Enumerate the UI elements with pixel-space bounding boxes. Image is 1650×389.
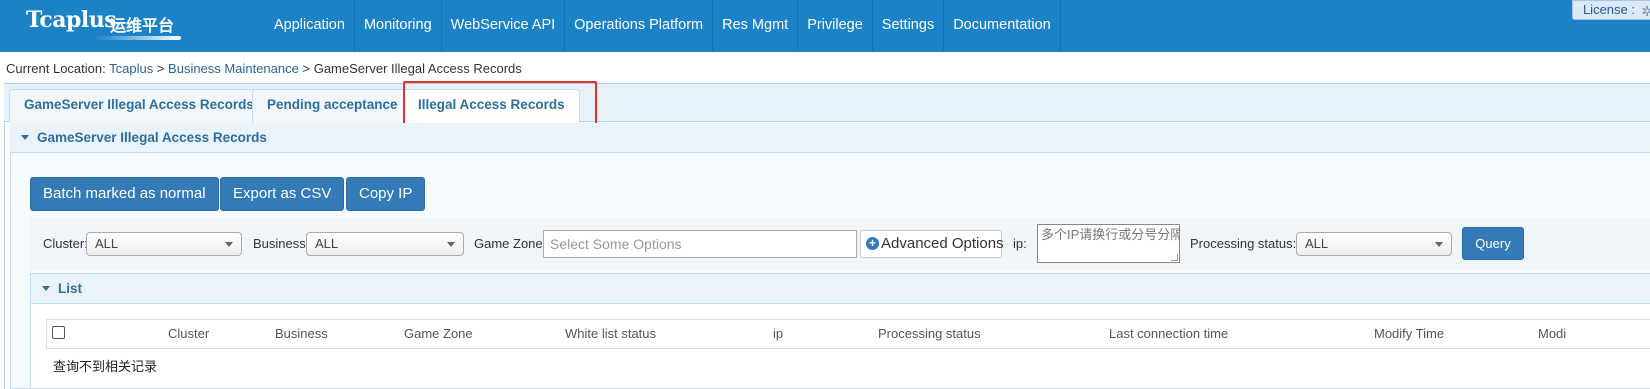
- business-select-value: ALL: [315, 236, 339, 251]
- ip-textarea[interactable]: 多个IP请换行或分号分隔: [1037, 224, 1180, 263]
- processing-status-value: ALL: [1305, 236, 1329, 251]
- collapse-caret-icon: [21, 135, 29, 140]
- nav-application[interactable]: Application: [265, 0, 354, 52]
- cluster-select[interactable]: ALL: [86, 232, 242, 256]
- chevron-down-icon: [447, 242, 455, 247]
- query-button[interactable]: Query: [1462, 227, 1524, 260]
- plus-circle-icon: +: [866, 237, 879, 250]
- brand-subtitle: 运维平台: [110, 16, 175, 35]
- license-label: License :: [1582, 2, 1635, 17]
- nav-documentation[interactable]: Documentation: [943, 0, 1061, 52]
- nav-settings[interactable]: Settings: [871, 0, 944, 52]
- chevron-down-icon: [225, 242, 233, 247]
- breadcrumb: Current Location: Tcaplus > Business Mai…: [6, 61, 522, 76]
- panel-title[interactable]: GameServer Illegal Access Records: [21, 130, 267, 145]
- column-header-game-zone[interactable]: Game Zone: [404, 326, 473, 341]
- select-all-checkbox[interactable]: [52, 326, 65, 339]
- processing-status-label: Processing status:: [1190, 236, 1297, 251]
- column-header-processing-status[interactable]: Processing status: [878, 326, 981, 341]
- license-badge[interactable]: License : ✲: [1571, 0, 1650, 20]
- business-select[interactable]: ALL: [306, 232, 464, 256]
- list-header[interactable]: [31, 274, 1650, 304]
- brand-logo[interactable]: Tcaplus 运维平台: [0, 0, 265, 52]
- nav-res-mgmt[interactable]: Res Mgmt: [712, 0, 798, 52]
- nav-operations-platform[interactable]: Operations Platform: [564, 0, 713, 52]
- tab-pending-acceptance[interactable]: Pending acceptance: [252, 89, 413, 123]
- column-header-whitelist-status[interactable]: White list status: [565, 326, 656, 341]
- column-header-modifier[interactable]: Modi: [1538, 326, 1566, 341]
- processing-status-select[interactable]: ALL: [1296, 232, 1452, 256]
- panel-title-text: GameServer Illegal Access Records: [37, 130, 267, 145]
- nav-webservice-api[interactable]: WebService API: [440, 0, 565, 52]
- tab-gameserver-illegal-access-records[interactable]: GameServer Illegal Access Records: [9, 89, 269, 123]
- column-header-business[interactable]: Business: [275, 326, 328, 341]
- list-title[interactable]: List: [42, 281, 82, 296]
- cluster-select-value: ALL: [95, 236, 119, 251]
- column-header-modify-time[interactable]: Modify Time: [1374, 326, 1444, 341]
- breadcrumb-link-business-maintenance[interactable]: Business Maintenance: [168, 61, 299, 76]
- ip-textarea-placeholder: 多个IP请换行或分号分隔: [1041, 227, 1180, 242]
- column-header-cluster[interactable]: Cluster: [168, 326, 209, 341]
- breadcrumb-prefix: Current Location:: [6, 61, 106, 76]
- logo-swoosh: [95, 36, 181, 40]
- game-zone-input[interactable]: Select Some Options: [543, 230, 857, 258]
- business-label: Business:: [253, 236, 310, 251]
- gear-icon: ✲: [1641, 3, 1650, 19]
- export-csv-button[interactable]: Export as CSV: [220, 177, 345, 211]
- main-nav: Application Monitoring WebService API Op…: [265, 0, 1061, 52]
- cluster-label: Cluster:: [43, 236, 88, 251]
- column-header-last-connection-time[interactable]: Last connection time: [1109, 326, 1228, 341]
- resize-grip-icon[interactable]: [1171, 254, 1178, 261]
- breadcrumb-current: GameServer Illegal Access Records: [313, 61, 522, 76]
- ip-label: ip:: [1013, 236, 1027, 251]
- advanced-options-button[interactable]: + Advanced Options: [860, 230, 1004, 258]
- list-title-text: List: [58, 281, 83, 296]
- breadcrumb-separator: >: [156, 61, 165, 76]
- breadcrumb-separator: >: [302, 61, 311, 76]
- empty-state-message: 查询不到相关记录: [53, 359, 158, 374]
- game-zone-label: Game Zone:: [474, 236, 547, 251]
- tab-illegal-access-records[interactable]: Illegal Access Records: [403, 89, 580, 124]
- chevron-down-icon: [1435, 242, 1443, 247]
- nav-privilege[interactable]: Privilege: [797, 0, 872, 52]
- copy-ip-button[interactable]: Copy IP: [346, 177, 426, 211]
- column-header-ip[interactable]: ip: [773, 326, 783, 341]
- advanced-options-label: Advanced Options: [881, 235, 1004, 252]
- batch-mark-normal-button[interactable]: Batch marked as normal: [30, 177, 219, 211]
- collapse-caret-icon: [42, 286, 50, 291]
- nav-monitoring[interactable]: Monitoring: [353, 0, 441, 52]
- breadcrumb-link-tcaplus[interactable]: Tcaplus: [109, 61, 153, 76]
- brand-name: Tcaplus: [26, 7, 117, 33]
